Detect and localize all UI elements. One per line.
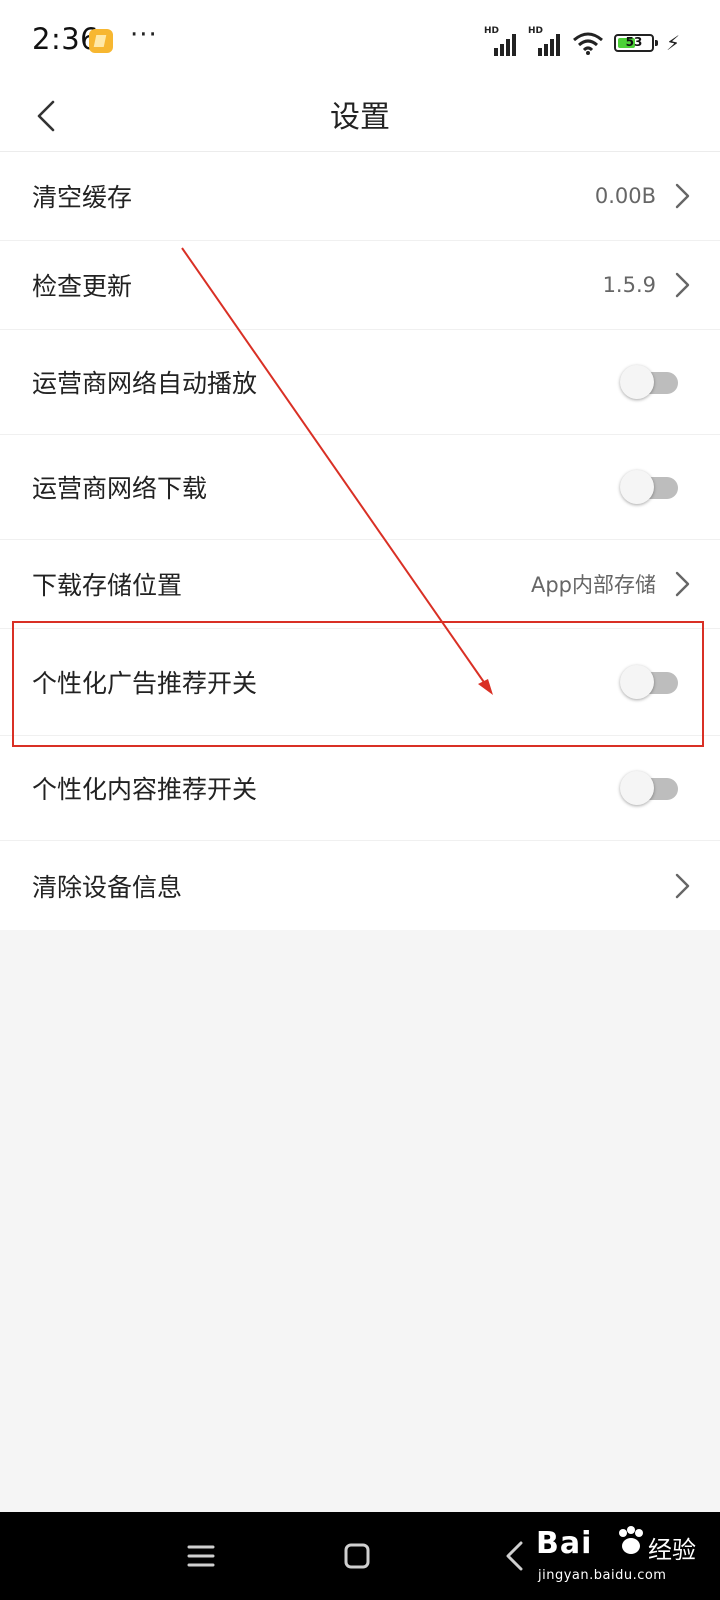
setting-row-carrier-autoplay: 运营商网络自动播放 [0,330,720,435]
paw-icon [619,1526,643,1554]
chevron-right-icon [675,272,690,298]
status-icons: HD HD 53 ⚡ [484,26,680,58]
watermark-brand: Bai [536,1526,593,1561]
setting-label: 下载存储位置 [32,571,183,600]
chevron-right-icon [675,571,690,597]
signal-icon: HD [484,26,518,56]
charging-icon: ⚡ [665,31,680,55]
network-label-2: HD [527,26,543,36]
setting-label: 个性化内容推荐开关 [32,775,258,804]
setting-label: 运营商网络下载 [32,474,208,503]
carrier-autoplay-toggle[interactable] [620,365,678,399]
setting-row-personalized-content: 个性化内容推荐开关 [0,736,720,841]
setting-value: 1.5.9 [602,273,656,297]
setting-row-carrier-download: 运营商网络下载 [0,435,720,540]
setting-label: 运营商网络自动播放 [32,369,258,398]
setting-label: 检查更新 [32,272,133,301]
chevron-right-icon [675,183,690,209]
network-label: HD [483,26,499,36]
baidu-jingyan-watermark: Bai 经验 jingyan.baidu.com [536,1524,706,1590]
home-icon[interactable] [335,1534,379,1578]
settings-screen: 2:36 ··· HD HD 53 ⚡ 设置 清空缓存 0.00B 检查更新 1… [0,0,720,1600]
battery-level: 53 [625,35,643,49]
back-icon[interactable] [493,1534,537,1578]
watermark-product: 经验 [648,1536,696,1564]
setting-label: 清空缓存 [32,183,133,212]
carrier-download-toggle[interactable] [620,470,678,504]
setting-row-clear-cache[interactable]: 清空缓存 0.00B [0,152,720,241]
status-bar: 2:36 ··· HD HD 53 ⚡ [0,0,720,84]
wifi-icon [572,32,603,55]
signal-icon-2: HD [528,26,562,56]
page-title: 设置 [330,100,390,135]
annotation-highlight-box [12,621,704,747]
chevron-right-icon [675,873,690,898]
notification-app-icon [89,29,113,53]
watermark-url: jingyan.baidu.com [538,1568,667,1583]
setting-row-check-update[interactable]: 检查更新 1.5.9 [0,241,720,330]
menu-icon[interactable] [179,1534,223,1578]
setting-value: 0.00B [594,184,656,208]
system-nav-bar: Bai 经验 jingyan.baidu.com [0,1512,720,1600]
setting-value: App内部存储 [530,573,656,597]
more-notifications-icon: ··· [130,20,158,50]
setting-row-download-location[interactable]: 下载存储位置 App内部存储 [0,540,720,629]
setting-row-clear-device-info[interactable]: 清除设备信息 [0,841,720,930]
battery-icon: 53 [613,34,658,52]
settings-list: 清空缓存 0.00B 检查更新 1.5.9 运营商网络自动播放 运营商网络下载 … [0,152,720,930]
setting-label: 清除设备信息 [32,872,183,902]
app-header: 设置 [0,84,720,152]
personalized-content-toggle[interactable] [620,771,678,805]
